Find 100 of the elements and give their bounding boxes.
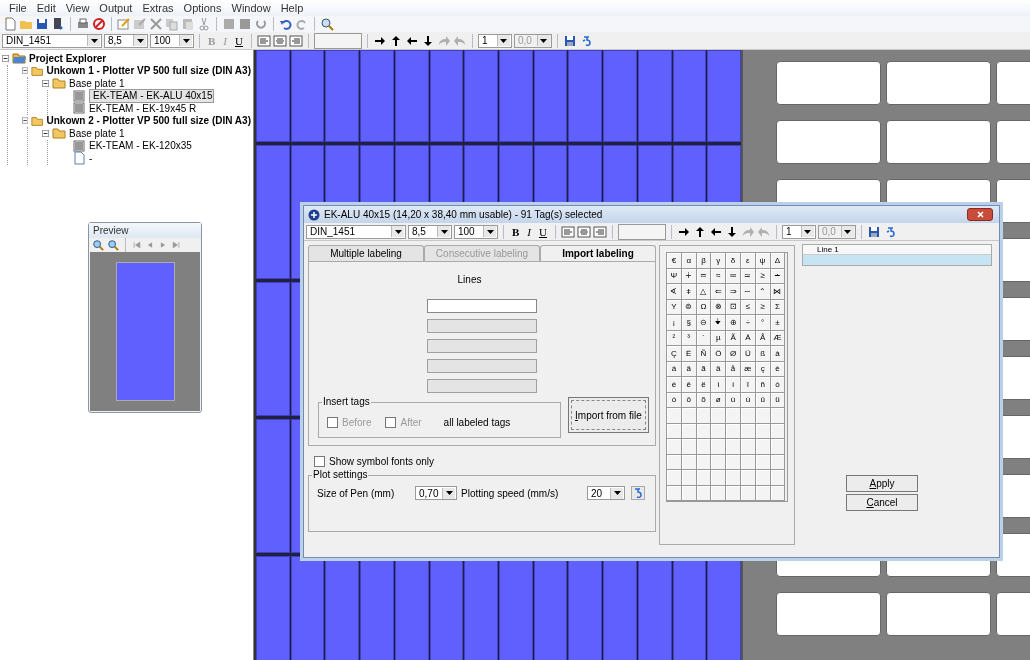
stop-icon[interactable] <box>92 17 106 31</box>
tab[interactable]: Import labeling <box>540 245 656 261</box>
tree-item[interactable]: - <box>89 152 93 164</box>
align-right-icon[interactable] <box>288 33 303 48</box>
tree-item[interactable]: Project Explorer <box>29 52 107 64</box>
tree-item[interactable]: Base plate 1 <box>69 127 125 139</box>
format-button[interactable]: I <box>524 224 534 239</box>
tree-item[interactable]: EK-TEAM - EK-120x35 <box>89 140 192 152</box>
list-document-icon[interactable] <box>72 101 86 116</box>
delete-icon[interactable] <box>149 17 163 31</box>
font-dropdown[interactable]: DIN_1451 <box>306 224 406 239</box>
font-size-dropdown[interactable]: 8,5 <box>104 33 148 48</box>
menu-item[interactable]: Window <box>226 2 276 14</box>
plotting-speed-dropdown[interactable]: 20 <box>587 486 625 500</box>
symbol-key[interactable]: ì <box>711 377 727 393</box>
symbol-key[interactable]: € <box>667 253 682 269</box>
font-size-dropdown[interactable]: 8,5 <box>408 224 452 239</box>
cut-icon[interactable] <box>197 17 211 31</box>
close-icon <box>976 211 984 218</box>
color-field[interactable] <box>313 32 362 49</box>
color-field[interactable] <box>617 223 666 240</box>
tree-item[interactable]: Unkown 2 - Plotter VP 500 full size (DIN A3) <box>46 115 251 127</box>
symbol-key[interactable]: δ <box>726 253 741 269</box>
save-icon[interactable] <box>562 33 577 48</box>
square-icon[interactable] <box>238 17 252 31</box>
blank-page-icon[interactable] <box>72 151 86 166</box>
symbol-key[interactable]: Ø <box>726 346 741 362</box>
menu-item[interactable]: Output <box>94 2 138 14</box>
square-icon[interactable] <box>222 17 236 31</box>
count-dropdown[interactable]: 1 <box>781 224 816 239</box>
count-dropdown[interactable]: 1 <box>477 33 512 48</box>
symbol-key[interactable]: ⏚ <box>711 315 727 331</box>
copy-icon[interactable] <box>165 17 179 31</box>
symbol-key[interactable]: ⊕ <box>726 315 741 331</box>
align-left-icon[interactable] <box>560 224 575 239</box>
tree-item[interactable]: EK-TEAM - EK-ALU 40x15 <box>89 88 215 103</box>
symbol-key[interactable]: í <box>726 377 741 393</box>
symbol-button[interactable] <box>631 486 645 500</box>
symbol-key[interactable]: ∢ <box>667 284 682 300</box>
scale-dropdown[interactable]: 100 <box>454 224 498 239</box>
pen-size-dropdown[interactable]: 0,70 <box>415 486 457 500</box>
list-document-icon[interactable] <box>72 88 86 103</box>
format-button[interactable]: U <box>536 224 550 239</box>
close-button[interactable] <box>967 208 993 221</box>
plotting-speed-label: Plotting speed (mm/s) <box>461 487 560 499</box>
caret-icon <box>394 229 402 234</box>
apply-button[interactable]: Apply <box>846 475 918 492</box>
collapse-icon[interactable] <box>22 117 29 125</box>
tree-item[interactable]: Unkown 1 - Plotter VP 500 full size (DIN A3) <box>46 65 251 77</box>
export-icon[interactable] <box>51 17 65 31</box>
first-page-icon[interactable] <box>132 239 142 250</box>
line-field[interactable] <box>427 299 537 313</box>
symbol-key[interactable]: ⇐ <box>711 284 727 300</box>
import-from-file-button[interactable]: Import from file <box>567 397 649 433</box>
collapse-icon[interactable] <box>22 67 29 75</box>
symbol-key[interactable]: ¡ <box>667 315 682 331</box>
align-left-icon[interactable] <box>256 33 271 48</box>
checkbox-label: After <box>400 416 422 428</box>
menu-item[interactable]: Help <box>275 2 309 14</box>
checkbox[interactable] <box>314 456 325 467</box>
symbol-key[interactable]: Ö <box>711 346 727 362</box>
symbol-key[interactable]: Ç <box>667 346 682 362</box>
symbol-key[interactable]: ⇒ <box>726 284 741 300</box>
collapse-icon[interactable] <box>42 129 49 137</box>
zoom-out-icon[interactable] <box>107 238 119 251</box>
menu-item[interactable]: Extras <box>137 2 179 14</box>
last-page-icon[interactable] <box>171 239 181 250</box>
search-icon[interactable] <box>320 17 334 31</box>
list-document-icon[interactable] <box>72 138 86 153</box>
menu-item[interactable]: File <box>4 2 32 14</box>
format-button[interactable]: U <box>232 33 246 48</box>
zoom-in-icon[interactable] <box>92 238 104 251</box>
edit-icon[interactable] <box>117 17 131 31</box>
caret-icon <box>804 229 812 234</box>
group-title: Insert tags <box>322 396 371 407</box>
format-button[interactable]: B <box>509 224 523 239</box>
menu-item[interactable]: View <box>60 2 95 14</box>
paste-icon[interactable] <box>181 17 195 31</box>
save-icon[interactable] <box>35 17 49 31</box>
insert-tags-note: all labeled tags <box>443 416 511 428</box>
folder-icon[interactable] <box>12 51 26 66</box>
tree-item[interactable]: Base plate 1 <box>69 77 125 89</box>
align-center-icon[interactable] <box>272 33 287 48</box>
align-center-icon[interactable] <box>576 224 591 239</box>
cancel-button[interactable]: Cancel <box>846 494 918 511</box>
collapse-icon[interactable] <box>2 54 9 62</box>
collapse-icon[interactable] <box>42 79 49 87</box>
align-right-icon[interactable] <box>592 224 607 239</box>
symbol-key[interactable]: γ <box>711 253 727 269</box>
tree-item[interactable]: EK-TEAM - EK-19x45 R <box>89 102 197 114</box>
scale-dropdown[interactable]: 100 <box>150 33 194 48</box>
menu-item[interactable]: Options <box>178 2 227 14</box>
menu-item[interactable]: Edit <box>31 2 61 14</box>
save-icon[interactable] <box>866 224 881 239</box>
undo-icon[interactable] <box>279 17 293 31</box>
printer-icon[interactable] <box>76 17 90 31</box>
tab[interactable]: Multiple labeling <box>308 245 424 261</box>
font-dropdown[interactable]: DIN_1451 <box>2 33 102 48</box>
new-file-icon[interactable] <box>3 17 17 31</box>
symbol-key[interactable]: é <box>667 377 682 393</box>
